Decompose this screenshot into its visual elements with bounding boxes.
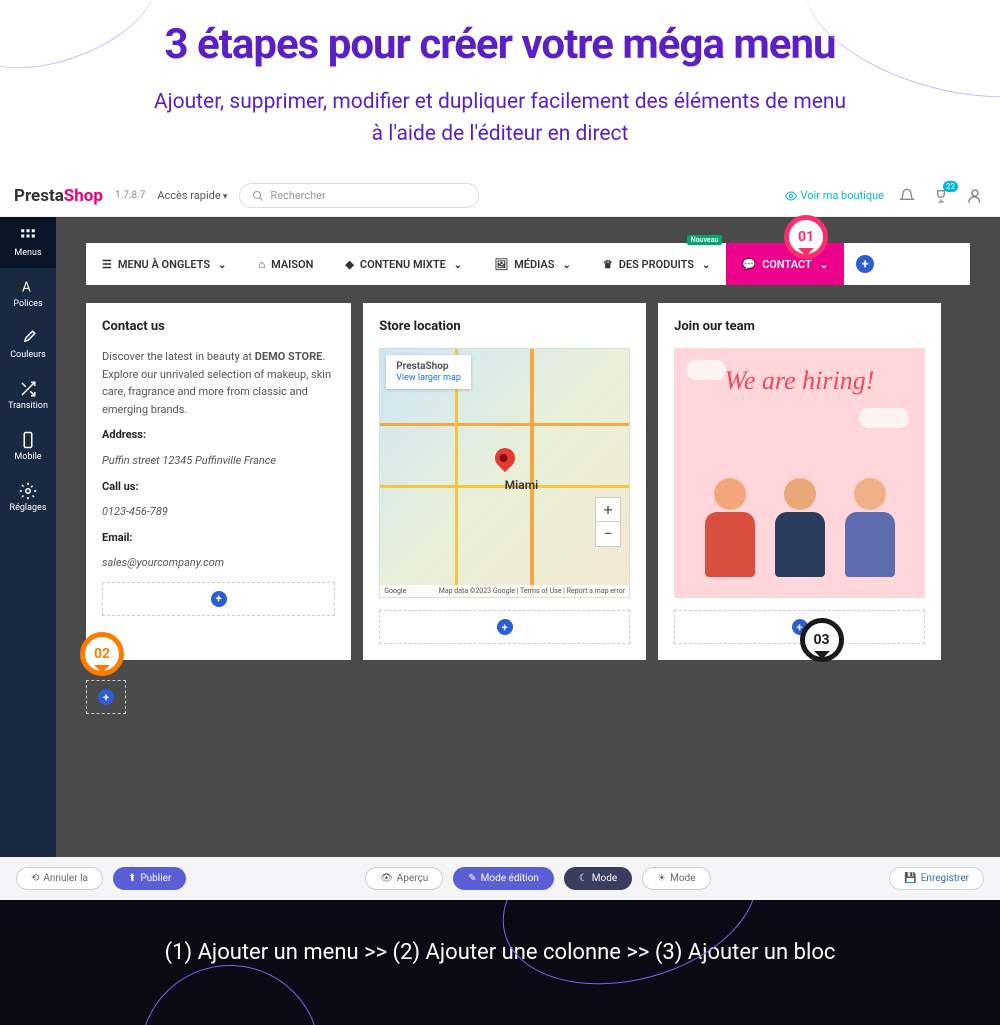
panel-store: Store location PrestaShop View larger ma…	[363, 303, 646, 660]
mobile-icon	[19, 431, 37, 449]
menu-tab-contenu[interactable]: ◆ CONTENU MIXTE	[329, 243, 478, 285]
phone-value: 0123-456-789	[102, 503, 335, 521]
email-value: sales@yourcompany.com	[102, 554, 335, 572]
eye-icon	[785, 190, 797, 202]
edit-mode-button[interactable]: ✎ Mode édition	[453, 867, 554, 890]
sidebar-item-mobile[interactable]: Mobile	[0, 421, 56, 472]
steps-footer: (1) Ajouter un menu >> (2) Ajouter une c…	[0, 900, 1000, 1025]
save-button[interactable]: 💾 Enregistrer	[889, 867, 984, 890]
user-icon	[966, 187, 984, 205]
mode-dark-button[interactable]: ☾ Mode	[564, 867, 632, 890]
hero-subtitle: Ajouter, supprimer, modifier et duplique…	[40, 87, 960, 150]
shuffle-icon	[19, 380, 37, 398]
menu-tab-maison[interactable]: ⌂ MAISON	[242, 243, 329, 285]
hiring-image: We are hiring!	[674, 348, 925, 598]
steps-text: (1) Ajouter un menu >> (2) Ajouter une c…	[165, 940, 836, 965]
menu-tab-contact[interactable]: 💬 CONTACT	[726, 243, 844, 285]
map-info-card: PrestaShop View larger map	[386, 355, 471, 389]
panel-heading: Join our team	[674, 319, 925, 334]
map-attribution: Google Map data ©2023 Google | Terms of …	[380, 585, 629, 597]
sidebar-item-colors[interactable]: Couleurs	[0, 319, 56, 370]
search-input[interactable]: Rechercher	[239, 183, 479, 208]
callout-01: 01	[784, 215, 828, 259]
new-badge: Nouveau	[687, 235, 723, 245]
bell-icon	[899, 188, 915, 204]
callout-02: 02	[80, 632, 124, 676]
brush-icon	[19, 329, 37, 347]
view-shop-link[interactable]: Voir ma boutique	[785, 189, 884, 202]
notif-badge: 22	[943, 181, 958, 192]
panel-contact: Contact us Discover the latest in beauty…	[86, 303, 351, 660]
notifications-button[interactable]	[896, 185, 918, 207]
sidebar-item-settings[interactable]: Réglages	[0, 472, 56, 523]
menu-tab-medias[interactable]: 🖼 MÉDIAS	[478, 243, 587, 285]
menu-tab-onglets[interactable]: ☰ MENU À ONGLETS	[86, 243, 242, 285]
app-window: PrestaShop 1.7.8.7 Accès rapide Recherch…	[0, 175, 1000, 900]
panel-heading: Store location	[379, 319, 630, 334]
city-label: Miami	[505, 478, 539, 492]
mode-light-button[interactable]: ☀ Mode	[642, 867, 710, 890]
sidebar-item-transition[interactable]: Transition	[0, 370, 56, 421]
cloud-decoration	[686, 360, 726, 380]
sidebar-item-menus[interactable]: Menus	[0, 217, 56, 268]
menu-tab-produits[interactable]: ♛ DES PRODUITS Nouveau	[587, 243, 727, 285]
add-menu-tab-button[interactable]: +	[844, 243, 886, 285]
plus-icon: +	[497, 619, 513, 635]
add-block-button[interactable]: +	[102, 582, 335, 616]
workspace: Menus A Polices Couleurs Transition Mobi…	[0, 217, 1000, 857]
svg-text:A: A	[22, 280, 31, 296]
footer-toolbar: ⟲ Annuler la ⬆ Publier 👁 Aperçu ✎ Mode é…	[0, 857, 1000, 900]
panel-join: Join our team We are hiring! 03 +	[658, 303, 941, 660]
sidebar: Menus A Polices Couleurs Transition Mobi…	[0, 217, 56, 857]
cloud-decoration	[859, 408, 909, 428]
gear-icon	[19, 482, 37, 500]
view-larger-map-link[interactable]: View larger map	[396, 373, 461, 383]
top-bar: PrestaShop 1.7.8.7 Accès rapide Recherch…	[0, 175, 1000, 217]
address-value: Puffin street 12345 Puffinville France	[102, 452, 335, 470]
plus-icon: +	[98, 689, 114, 705]
plus-icon: +	[211, 591, 227, 607]
panels-row: Contact us Discover the latest in beauty…	[86, 303, 970, 660]
zoom-out-button[interactable]: −	[596, 522, 620, 546]
editor-canvas: ☰ MENU À ONGLETS ⌂ MAISON ◆ CONTENU MIXT…	[56, 217, 1000, 857]
search-icon	[252, 190, 264, 202]
map-zoom-controls: + −	[595, 497, 621, 547]
add-column-button[interactable]: +	[86, 680, 126, 714]
plus-icon: +	[856, 255, 874, 273]
people-illustration	[674, 404, 925, 598]
preview-button[interactable]: 👁 Aperçu	[365, 867, 443, 890]
contact-intro: Discover the latest in beauty at DEMO ST…	[102, 348, 335, 418]
quick-access-dropdown[interactable]: Accès rapide	[157, 189, 227, 202]
panel-heading: Contact us	[102, 319, 335, 334]
zoom-in-button[interactable]: +	[596, 498, 620, 522]
mega-menu-bar: ☰ MENU À ONGLETS ⌂ MAISON ◆ CONTENU MIXT…	[86, 243, 970, 285]
add-block-button[interactable]: +	[379, 610, 630, 644]
decorative-ring	[140, 965, 320, 1025]
cancel-button[interactable]: ⟲ Annuler la	[16, 867, 103, 890]
font-icon: A	[19, 278, 37, 296]
map-widget[interactable]: PrestaShop View larger map Miami + − Goo…	[379, 348, 630, 598]
version-label: 1.7.8.7	[115, 190, 145, 201]
trophy-button[interactable]: 22	[930, 185, 952, 207]
publish-button[interactable]: ⬆ Publier	[113, 867, 186, 890]
callout-03: 03	[800, 618, 844, 662]
hero-section: 3 étapes pour créer votre méga menu Ajou…	[0, 0, 1000, 160]
grid-icon	[19, 227, 37, 245]
sidebar-item-fonts[interactable]: A Polices	[0, 268, 56, 319]
logo: PrestaShop	[14, 186, 103, 206]
account-button[interactable]	[964, 185, 986, 207]
